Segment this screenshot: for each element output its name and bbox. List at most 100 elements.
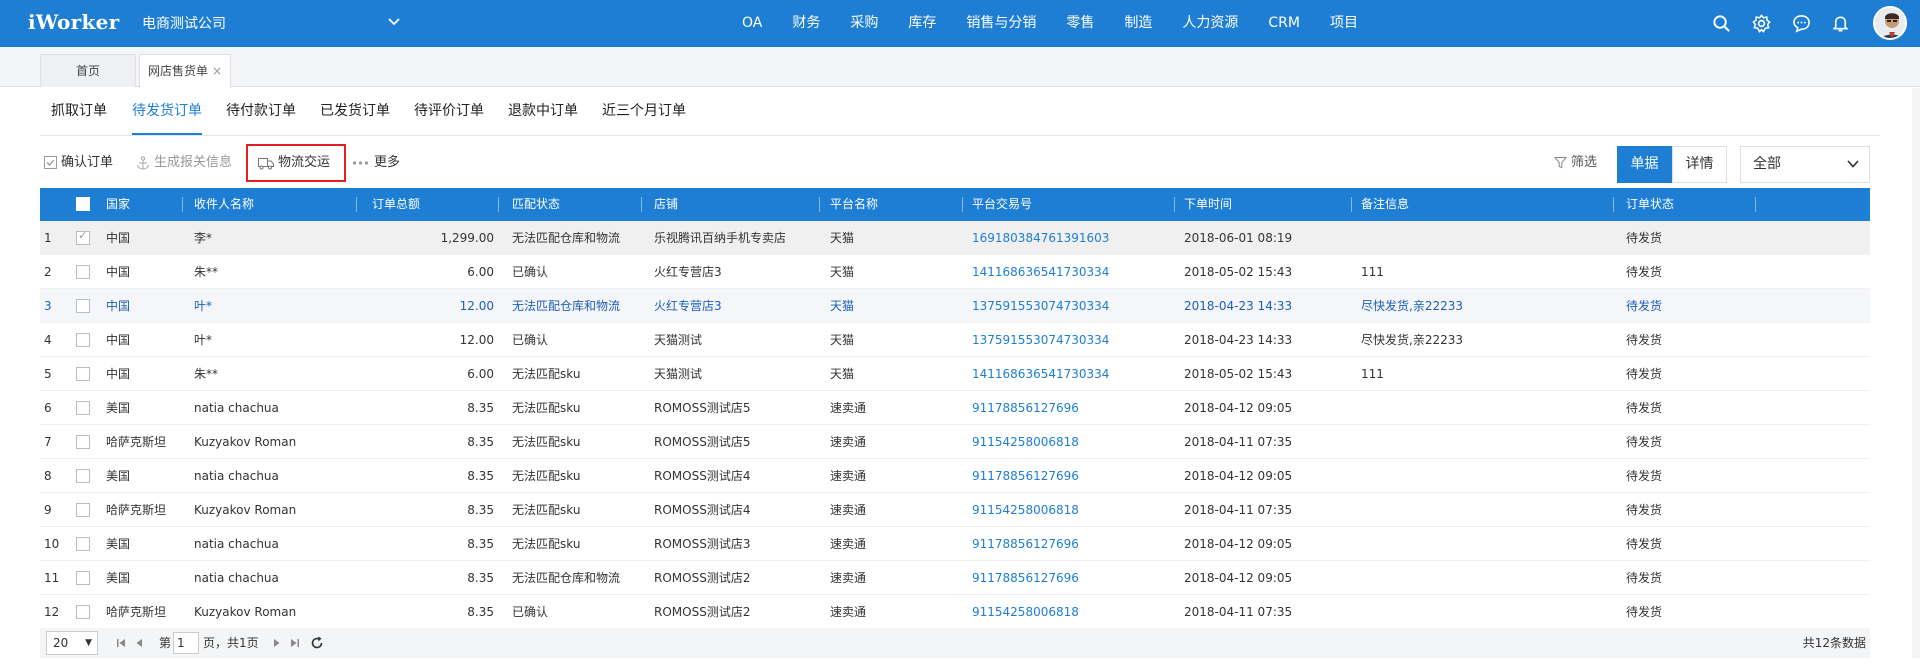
row-checkbox[interactable] — [76, 537, 90, 551]
page-size-select[interactable]: 20 ▼ — [46, 631, 98, 655]
nav-item-retail[interactable]: 零售 — [1051, 0, 1109, 47]
col-header-shop[interactable]: 店铺 — [654, 188, 678, 221]
table-row[interactable]: 6 美国 natia chachua 8.35 无法匹配sku ROMOSS测试店5 速卖通… — [40, 391, 1870, 425]
app-logo[interactable]: iWorker — [28, 10, 120, 34]
more-button[interactable]: 更多 — [352, 146, 400, 180]
row-checkbox[interactable] — [76, 503, 90, 517]
row-checkbox[interactable] — [76, 367, 90, 381]
cell-trade-no[interactable]: 141168636541730334 — [972, 357, 1109, 391]
tab-refunding[interactable]: 退款中订单 — [508, 88, 578, 135]
close-icon[interactable]: × — [212, 64, 222, 78]
chevron-down-icon[interactable] — [386, 14, 402, 30]
col-header-order-status[interactable]: 订单状态 — [1626, 188, 1674, 221]
col-header-order-time[interactable]: 下单时间 — [1184, 188, 1232, 221]
table-row[interactable]: 11 美国 natia chachua 8.35 无法匹配仓库和物流 ROMOSS测试店2… — [40, 561, 1870, 595]
table-row[interactable]: 8 美国 natia chachua 8.35 无法匹配sku ROMOSS测试店4 速卖通… — [40, 459, 1870, 493]
tab-pending-payment[interactable]: 待付款订单 — [226, 88, 296, 135]
cell-trade-no[interactable]: 169180384761391603 — [972, 221, 1109, 255]
cell-trade-no[interactable]: 91154258006818 — [972, 425, 1079, 459]
company-name[interactable]: 电商测试公司 — [142, 13, 226, 33]
cell-trade-no[interactable]: 91178856127696 — [972, 459, 1079, 493]
col-divider[interactable] — [819, 197, 820, 212]
col-divider[interactable] — [356, 197, 357, 212]
cell-trade-no[interactable]: 91178856127696 — [972, 527, 1079, 561]
row-checkbox[interactable] — [76, 435, 90, 449]
generate-customs-button[interactable]: 生成报关信息 — [136, 146, 232, 180]
row-checkbox[interactable] — [76, 299, 90, 313]
row-checkbox[interactable] — [76, 571, 90, 585]
col-header-trade-no[interactable]: 平台交易号 — [972, 188, 1032, 221]
cell-trade-no[interactable]: 91178856127696 — [972, 391, 1079, 425]
cell-trade-no[interactable]: 91178856127696 — [972, 561, 1079, 595]
col-header-note[interactable]: 备注信息 — [1361, 188, 1409, 221]
table-row[interactable]: 3 中国 叶* 12.00 无法匹配仓库和物流 火红专营店3 天猫 1375915530747… — [40, 289, 1870, 323]
select-all-checkbox[interactable] — [76, 197, 90, 211]
status-select[interactable]: 全部 — [1740, 146, 1870, 183]
table-row[interactable]: 2 中国 朱** 6.00 已确认 火红专营店3 天猫 141168636541730334 2… — [40, 255, 1870, 289]
nav-item-manufacturing[interactable]: 制造 — [1109, 0, 1167, 47]
table-row[interactable]: 1 中国 李* 1,299.00 无法匹配仓库和物流 乐视腾讯百纳手机专卖店 天猫 16918… — [40, 221, 1870, 255]
chat-icon[interactable] — [1792, 14, 1811, 33]
nav-item-crm[interactable]: CRM — [1253, 0, 1315, 47]
col-divider[interactable] — [1613, 197, 1614, 212]
row-checkbox[interactable] — [76, 401, 90, 415]
gear-icon[interactable] — [1752, 14, 1771, 33]
last-page-icon[interactable] — [288, 635, 302, 651]
view-list-button[interactable]: 单据 — [1617, 146, 1672, 183]
table-row[interactable]: 10 美国 natia chachua 8.35 无法匹配sku ROMOSS测试店3 速卖… — [40, 527, 1870, 561]
col-divider[interactable] — [1174, 197, 1175, 212]
row-checkbox[interactable] — [76, 229, 90, 245]
filter-button[interactable]: 筛选 — [1553, 146, 1597, 180]
tab-fetch-orders[interactable]: 抓取订单 — [51, 88, 107, 135]
vertical-scrollbar[interactable] — [1912, 88, 1920, 658]
col-header-match-status[interactable]: 匹配状态 — [512, 188, 560, 221]
row-checkbox[interactable] — [76, 333, 90, 347]
tab-pending-shipment[interactable]: 待发货订单 — [132, 88, 202, 135]
tab-pending-review[interactable]: 待评价订单 — [414, 88, 484, 135]
search-icon[interactable] — [1712, 14, 1731, 33]
col-divider[interactable] — [498, 197, 499, 212]
refresh-icon[interactable] — [310, 635, 324, 651]
tab-shipped[interactable]: 已发货订单 — [320, 88, 390, 135]
tab-online-sales[interactable]: 网店售货单 × — [139, 54, 231, 88]
col-header-amount[interactable]: 订单总额 — [372, 188, 420, 221]
nav-item-sales[interactable]: 销售与分销 — [951, 0, 1051, 47]
col-divider[interactable] — [1351, 197, 1352, 212]
nav-item-purchase[interactable]: 采购 — [835, 0, 893, 47]
table-row[interactable]: 7 哈萨克斯坦 Kuzyakov Roman 8.35 无法匹配sku ROMOSS测试店… — [40, 425, 1870, 459]
nav-item-project[interactable]: 项目 — [1315, 0, 1373, 47]
col-divider[interactable] — [1755, 197, 1756, 212]
table-row[interactable]: 5 中国 朱** 6.00 无法匹配sku 天猫测试 天猫 14116863654173033… — [40, 357, 1870, 391]
cell-trade-no[interactable]: 141168636541730334 — [972, 255, 1109, 289]
confirm-order-button[interactable]: 确认订单 — [44, 146, 113, 180]
col-header-platform[interactable]: 平台名称 — [830, 188, 878, 221]
row-checkbox[interactable] — [76, 265, 90, 279]
bell-icon[interactable] — [1831, 14, 1850, 33]
view-detail-button[interactable]: 详情 — [1672, 146, 1727, 183]
col-divider[interactable] — [182, 197, 183, 212]
page-number-input[interactable]: 1 — [173, 632, 199, 654]
cell-trade-no[interactable]: 137591553074730334 — [972, 289, 1109, 323]
tab-home[interactable]: 首页 — [40, 54, 136, 87]
cell-trade-no[interactable]: 91154258006818 — [972, 493, 1079, 527]
row-checkbox[interactable] — [76, 469, 90, 483]
avatar[interactable] — [1873, 6, 1907, 40]
col-divider[interactable] — [962, 197, 963, 212]
col-header-country[interactable]: 国家 — [106, 188, 130, 221]
first-page-icon[interactable] — [114, 635, 128, 651]
next-page-icon[interactable] — [270, 635, 284, 651]
tab-last-three-months[interactable]: 近三个月订单 — [602, 88, 686, 135]
table-row[interactable]: 4 中国 叶* 12.00 已确认 天猫测试 天猫 137591553074730334 201… — [40, 323, 1870, 357]
col-divider[interactable] — [641, 197, 642, 212]
nav-item-hr[interactable]: 人力资源 — [1167, 0, 1253, 47]
prev-page-icon[interactable] — [132, 635, 146, 651]
nav-item-inventory[interactable]: 库存 — [893, 0, 951, 47]
table-row[interactable]: 12 哈萨克斯坦 Kuzyakov Roman 8.35 已确认 ROMOSS测试店2 速卖… — [40, 595, 1870, 629]
row-checkbox[interactable] — [76, 605, 90, 619]
table-row[interactable]: 9 哈萨克斯坦 Kuzyakov Roman 8.35 无法匹配sku ROMOSS测试店… — [40, 493, 1870, 527]
col-header-recipient[interactable]: 收件人名称 — [194, 188, 254, 221]
cell-trade-no[interactable]: 91154258006818 — [972, 595, 1079, 629]
nav-item-finance[interactable]: 财务 — [777, 0, 835, 47]
nav-item-oa[interactable]: OA — [727, 0, 777, 47]
cell-trade-no[interactable]: 137591553074730334 — [972, 323, 1109, 357]
